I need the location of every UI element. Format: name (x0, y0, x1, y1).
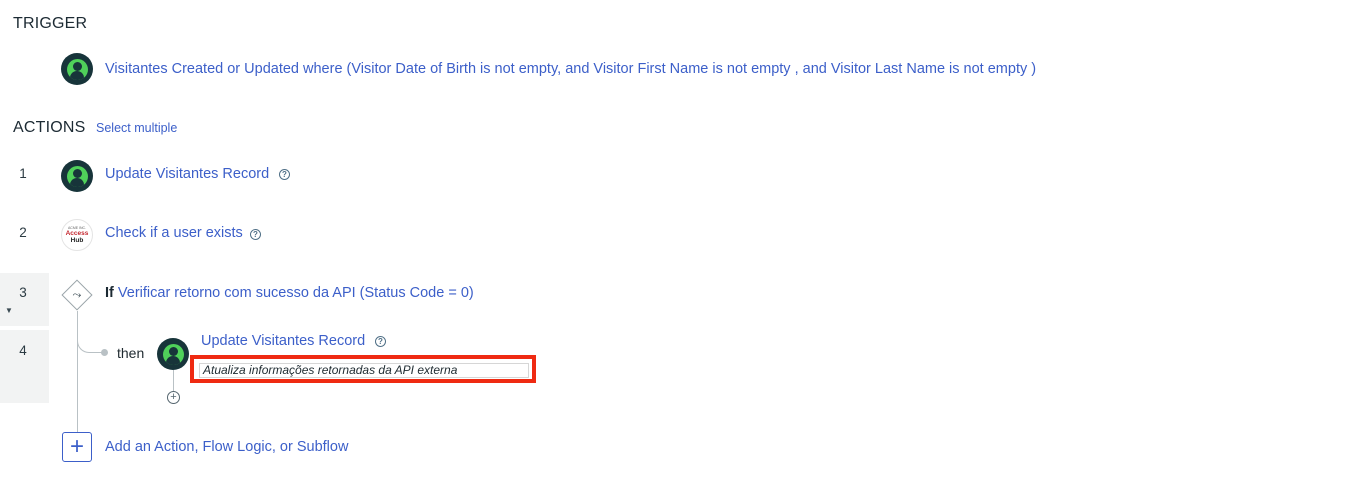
visitor-icon (61, 53, 93, 85)
action-2-link[interactable]: Check if a user exists (105, 225, 243, 241)
if-condition: If Verificar retorno com sucesso da API … (105, 285, 474, 301)
actions-heading: ACTIONS (13, 119, 86, 136)
action-number: 3 (19, 285, 27, 300)
branch-connector (77, 311, 103, 353)
help-icon[interactable]: ? (375, 336, 386, 347)
action-1-link[interactable]: Update Visitantes Record (105, 166, 269, 182)
add-action-button[interactable]: + (62, 432, 92, 462)
action-3-link[interactable]: Verificar retorno com sucesso da API (St… (118, 285, 474, 301)
help-icon[interactable]: ? (279, 169, 290, 180)
trigger-description-link[interactable]: Visitantes Created or Updated where (Vis… (105, 61, 1036, 77)
action-number: 1 (19, 166, 27, 181)
access-hub-icon: ACME INC. Access Hub (61, 219, 93, 251)
action-number: 2 (19, 225, 27, 240)
annotation-text[interactable]: Atualiza informações retornadas da API e… (199, 363, 529, 378)
collapse-caret-icon[interactable]: ▼ (5, 306, 13, 315)
flow-logic-icon: ⤳ (61, 279, 93, 311)
action-4-link[interactable]: Update Visitantes Record (201, 333, 365, 349)
help-icon[interactable]: ? (250, 229, 261, 240)
select-multiple-link[interactable]: Select multiple (96, 121, 177, 135)
add-action-link[interactable]: Add an Action, Flow Logic, or Subflow (105, 439, 348, 455)
add-step-plus-icon[interactable]: + (167, 391, 180, 404)
visitor-icon (157, 338, 189, 370)
sub-connector-line (173, 370, 174, 392)
visitor-icon (61, 160, 93, 192)
then-label: then (117, 345, 145, 361)
access-hub-logo-line3: Hub (70, 237, 84, 244)
if-keyword: If (105, 285, 114, 301)
action-number: 4 (19, 343, 27, 358)
highlight-box: Atualiza informações retornadas da API e… (190, 355, 536, 383)
branch-dot (101, 349, 108, 356)
access-hub-logo-line2: Access (65, 230, 89, 237)
trigger-heading: TRIGGER (13, 15, 88, 32)
row-4-number-cell (0, 330, 49, 403)
